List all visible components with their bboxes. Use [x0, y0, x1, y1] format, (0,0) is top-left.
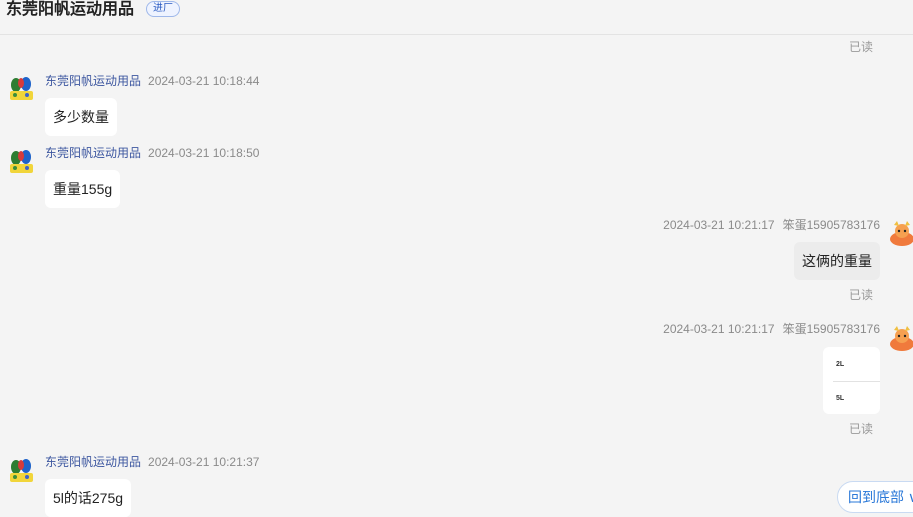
sender-name[interactable]: 东莞阳帆运动用品 — [45, 74, 141, 88]
read-status: 已读 — [849, 288, 874, 302]
shop-badge[interactable]: 进厂 — [146, 1, 180, 17]
message-bubble[interactable]: 5l的话275g — [45, 479, 132, 517]
message-bubble[interactable]: 多少数量 — [45, 98, 117, 136]
chat-title: 东莞阳帆运动用品 — [6, 1, 135, 18]
sender-name[interactable]: 东莞阳帆运动用品 — [45, 455, 141, 469]
chat-header: 东莞阳帆运动用品 进厂 — [0, 0, 913, 35]
shop-avatar-icon[interactable] — [9, 147, 34, 174]
message-time: 2024-03-21 10:21:17 — [663, 218, 775, 232]
message-time: 2024-03-21 10:18:44 — [148, 74, 260, 88]
message-time: 2024-03-21 10:21:37 — [148, 455, 260, 469]
image-label-2l: 2L — [836, 361, 845, 368]
user-avatar-icon[interactable] — [889, 219, 913, 246]
sender-name: 笨蛋15905783176 — [782, 322, 880, 336]
sender-name: 笨蛋15905783176 — [782, 218, 880, 232]
sender-name[interactable]: 东莞阳帆运动用品 — [45, 146, 141, 160]
message-meta: 东莞阳帆运动用品 2024-03-21 10:18:44 — [45, 73, 259, 89]
message-meta: 东莞阳帆运动用品 2024-03-21 10:21:37 — [45, 454, 259, 470]
back-to-bottom-button[interactable]: 回到底部 ∨ — [837, 481, 913, 513]
message-meta: 东莞阳帆运动用品 2024-03-21 10:18:50 — [45, 145, 259, 161]
image-message[interactable]: 2L 5L — [823, 347, 880, 414]
shop-avatar-icon[interactable] — [9, 74, 34, 101]
image-label-5l: 5L — [836, 395, 845, 402]
message-bubble[interactable]: 这俩的重量 — [794, 242, 880, 280]
message-bubble[interactable]: 重量155g — [45, 170, 121, 208]
message-meta: 2024-03-21 10:21:17 笨蛋15905783176 — [663, 321, 880, 337]
image-divider — [833, 381, 880, 382]
read-status: 已读 — [849, 422, 874, 436]
user-avatar-icon[interactable] — [889, 324, 913, 351]
message-time: 2024-03-21 10:21:17 — [663, 322, 775, 336]
shop-avatar-icon[interactable] — [9, 456, 34, 483]
message-meta: 2024-03-21 10:21:17 笨蛋15905783176 — [663, 217, 880, 233]
message-time: 2024-03-21 10:18:50 — [148, 146, 260, 160]
read-status: 已读 — [849, 40, 874, 54]
